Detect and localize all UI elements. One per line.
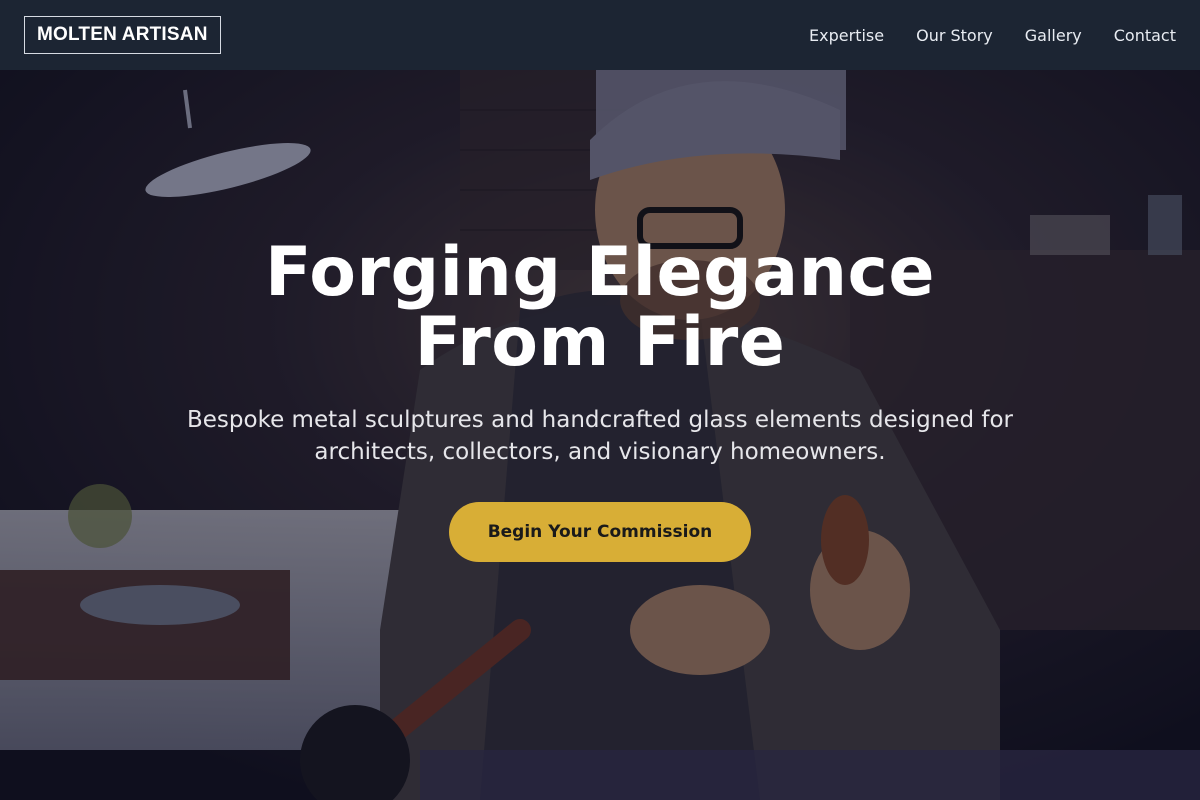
nav-links: Expertise Our Story Gallery Contact — [809, 26, 1176, 45]
begin-commission-button[interactable]: Begin Your Commission — [449, 502, 751, 562]
nav-link-our-story[interactable]: Our Story — [916, 26, 993, 45]
nav-link-expertise[interactable]: Expertise — [809, 26, 884, 45]
hero-section: Forging Elegance From Fire Bespoke metal… — [0, 70, 1200, 800]
top-navigation: MOLTEN ARTISAN Expertise Our Story Galle… — [0, 0, 1200, 70]
hero-title-line-1: Forging Elegance — [265, 233, 935, 312]
nav-link-gallery[interactable]: Gallery — [1025, 26, 1082, 45]
hero-subtitle: Bespoke metal sculptures and handcrafted… — [187, 407, 1013, 465]
nav-link-contact[interactable]: Contact — [1114, 26, 1176, 45]
site-logo[interactable]: MOLTEN ARTISAN — [24, 16, 221, 54]
hero-content: Forging Elegance From Fire Bespoke metal… — [0, 70, 1200, 800]
hero-title: Forging Elegance From Fire — [0, 238, 1200, 378]
hero-title-line-2: From Fire — [414, 303, 786, 382]
